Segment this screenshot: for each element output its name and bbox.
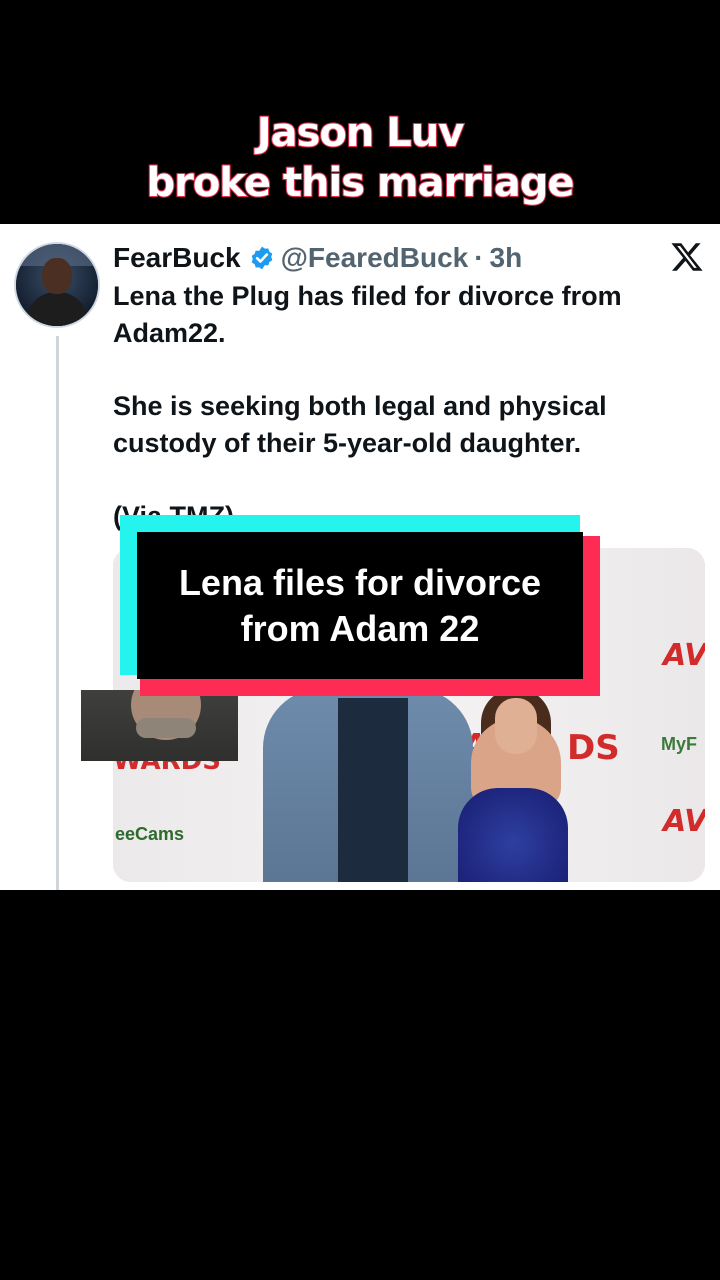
thread-line [56,336,59,890]
photo-person-man [263,688,473,882]
creator-webcam-overlay [81,690,238,761]
tweet-time: 3h [489,242,523,273]
author-handle[interactable]: @FearedBuck [281,242,469,274]
avatar[interactable] [16,244,98,326]
photo-person-woman-face [495,698,537,754]
x-logo-icon[interactable] [670,240,704,274]
tweet-body: Lena the Plug has filed for divorce from… [113,278,693,535]
tweet-text-paragraph-1: Lena the Plug has filed for divorce from… [113,281,622,348]
separator-dot: · [474,242,484,273]
tweet-header: FearBuck @FearedBuck · 3h [113,238,522,278]
video-caption: Jason Luv broke this marriage [0,108,720,208]
author-name[interactable]: FearBuck [113,242,241,274]
verified-badge-icon [251,246,272,270]
caption-line-1: Jason Luv [256,109,466,157]
overlay-line-2: from Adam 22 [240,607,480,649]
headline-overlay: Lena files for divorce from Adam 22 [137,532,583,679]
overlay-line-1: Lena files for divorce [178,561,542,603]
photo-person-woman-dress [458,788,568,882]
backdrop-logo: AVN [663,804,705,839]
backdrop-logo: DS [567,728,620,768]
tweet-text-paragraph-2: She is seeking both legal and physical c… [113,391,607,458]
caption-line-2: broke this marriage [145,159,575,207]
backdrop-text: MyF [661,734,697,754]
backdrop-logo: AVN [663,638,705,673]
backdrop-text: eeCams [115,824,185,844]
